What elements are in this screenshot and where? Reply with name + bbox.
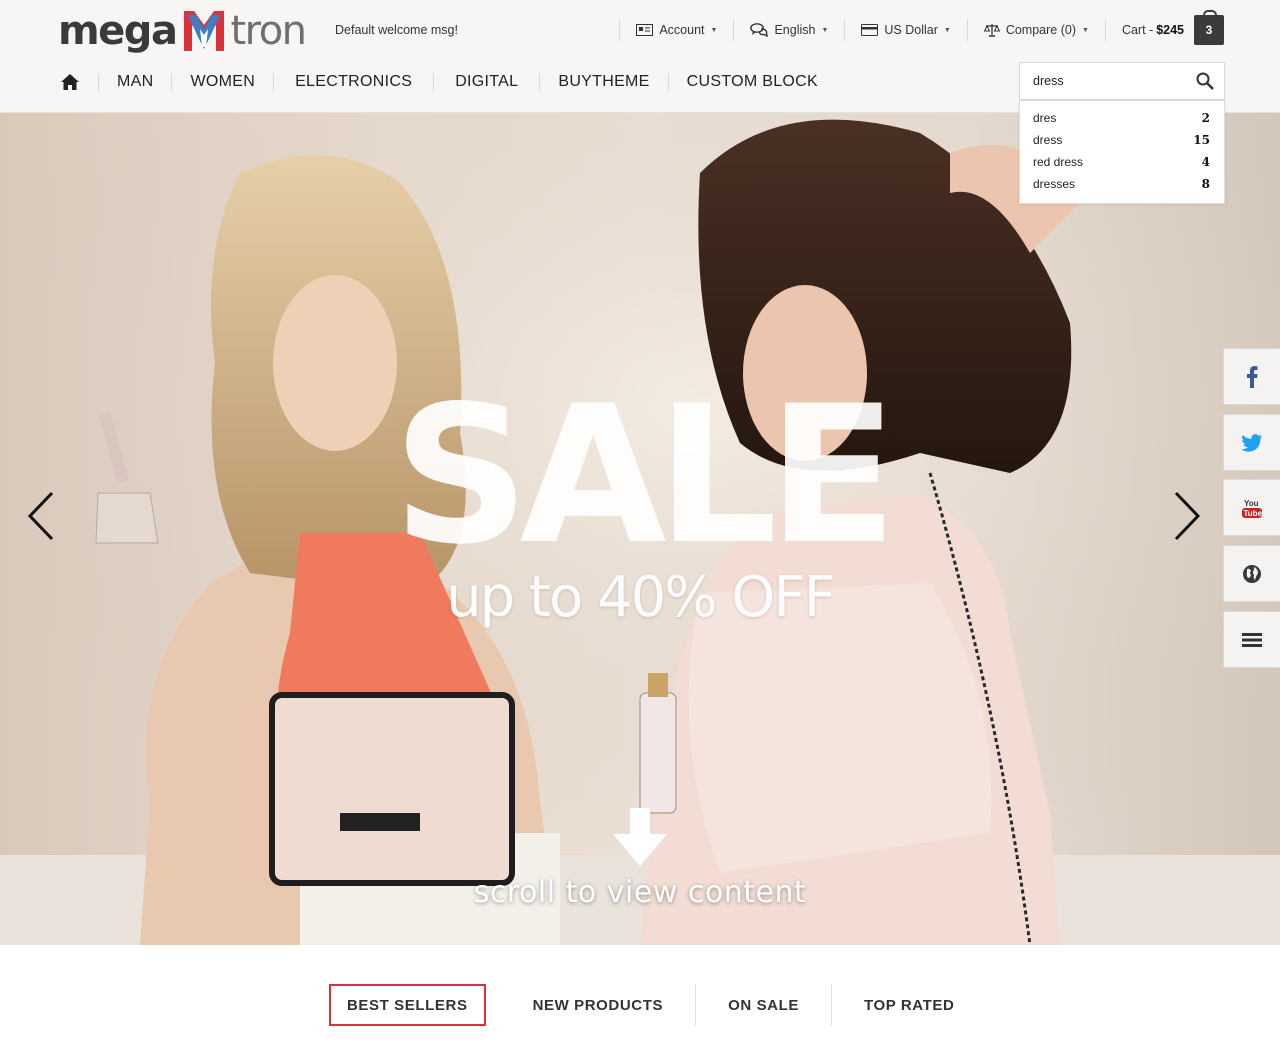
home-icon[interactable]: [58, 70, 82, 94]
twitter-icon: [1241, 433, 1262, 452]
chevron-down-icon: ▼: [1082, 26, 1089, 34]
chevron-down-icon: ▼: [943, 26, 951, 34]
logo-mark-icon: [184, 11, 225, 51]
account-card-icon: [636, 24, 654, 36]
nav-item-man[interactable]: MAN: [98, 73, 171, 91]
account-label: Account: [659, 23, 705, 37]
svg-text:Tube: Tube: [1244, 509, 1263, 518]
social-website-button[interactable]: [1223, 545, 1280, 602]
welcome-message: Default welcome msg!: [335, 23, 458, 37]
cart-count: 3: [1205, 23, 1213, 37]
language-label: English: [774, 23, 816, 37]
slider-prev-arrow-icon[interactable]: [26, 489, 58, 543]
site-header: mega tron Default welcome msg! Account ▼: [0, 0, 1280, 113]
cart-label: Cart -: [1121, 23, 1154, 37]
main-nav: MAN WOMEN ELECTRONICS DIGITAL BUYTHEME C…: [58, 66, 836, 98]
cart-total: $245: [1156, 23, 1184, 37]
site-logo[interactable]: mega tron: [58, 6, 307, 56]
suggestion-count: 2: [1201, 111, 1210, 125]
compare-label: Compare (0): [1005, 23, 1076, 37]
tab-new-products[interactable]: NEW PRODUCTS: [501, 984, 696, 1026]
cart-summary[interactable]: Cart - $245 3: [1104, 10, 1224, 45]
logo-text-mega: mega: [58, 8, 178, 54]
hero-title: SALE: [392, 365, 898, 586]
suggestion-item[interactable]: dres 2: [1033, 107, 1210, 129]
credit-card-icon: [861, 24, 879, 36]
scales-icon: [983, 24, 1000, 37]
hero-slider: SALE up to 40% OFF scroll to view conten…: [0, 113, 1280, 945]
search-icon[interactable]: [1196, 72, 1214, 90]
logo-text-tron: tron: [230, 8, 307, 54]
svg-text:You: You: [1244, 499, 1259, 508]
tab-best-sellers[interactable]: BEST SELLERS: [329, 984, 486, 1026]
globe-icon: [1243, 564, 1261, 583]
suggestion-term: dresses: [1033, 177, 1076, 191]
social-facebook-button[interactable]: [1223, 348, 1280, 405]
currency-dropdown[interactable]: US Dollar ▼: [844, 19, 966, 41]
social-menu-button[interactable]: [1223, 611, 1280, 668]
search-input[interactable]: [1020, 63, 1190, 99]
social-youtube-button[interactable]: You Tube: [1223, 479, 1280, 536]
search-suggestions: dres 2 dress 15 red dress 4 dresses 8: [1019, 100, 1225, 204]
hero-subtitle: up to 40% OFF: [446, 565, 836, 630]
nav-item-buytheme[interactable]: BUYTHEME: [539, 73, 667, 91]
nav-item-custom-block[interactable]: CUSTOM BLOCK: [667, 73, 836, 91]
tab-on-sale[interactable]: ON SALE: [695, 984, 831, 1026]
suggestion-item[interactable]: dresses 8: [1033, 173, 1210, 195]
slider-next-arrow-icon[interactable]: [1170, 489, 1202, 543]
product-tabs: BEST SELLERS NEW PRODUCTS ON SALE TOP RA…: [0, 946, 1280, 1050]
social-twitter-button[interactable]: [1223, 414, 1280, 471]
youtube-icon: You Tube: [1242, 499, 1263, 518]
suggestion-item[interactable]: dress 15: [1033, 129, 1210, 151]
search-box: [1019, 62, 1225, 100]
suggestion-count: 15: [1193, 133, 1210, 147]
compare-dropdown[interactable]: Compare (0) ▼: [966, 19, 1105, 41]
currency-label: US Dollar: [884, 23, 938, 37]
tab-list: BEST SELLERS NEW PRODUCTS ON SALE TOP RA…: [329, 984, 986, 1026]
suggestion-count: 4: [1201, 155, 1210, 169]
suggestion-count: 8: [1201, 177, 1210, 191]
nav-item-electronics[interactable]: ELECTRONICS: [273, 73, 433, 91]
arrow-down-icon[interactable]: [612, 808, 668, 868]
menu-icon: [1242, 632, 1262, 647]
chevron-down-icon: ▼: [710, 26, 718, 34]
scroll-hint: scroll to view content: [473, 875, 807, 910]
nav-item-women[interactable]: WOMEN: [171, 73, 273, 91]
suggestion-item[interactable]: red dress 4: [1033, 151, 1210, 173]
suggestion-term: dres: [1033, 111, 1057, 125]
top-links: Account ▼ English ▼ US Dollar ▼ Compare …: [619, 10, 1224, 48]
language-dropdown[interactable]: English ▼: [733, 19, 844, 41]
nav-item-digital[interactable]: DIGITAL: [433, 73, 539, 91]
cart-bag-icon[interactable]: 3: [1194, 10, 1224, 45]
suggestion-term: dress: [1033, 133, 1063, 147]
tab-top-rated[interactable]: TOP RATED: [830, 984, 986, 1026]
chat-bubbles-icon: [750, 23, 769, 37]
facebook-icon: [1247, 365, 1258, 388]
account-dropdown[interactable]: Account ▼: [619, 19, 733, 41]
suggestion-term: red dress: [1033, 155, 1084, 169]
chevron-down-icon: ▼: [821, 26, 829, 34]
